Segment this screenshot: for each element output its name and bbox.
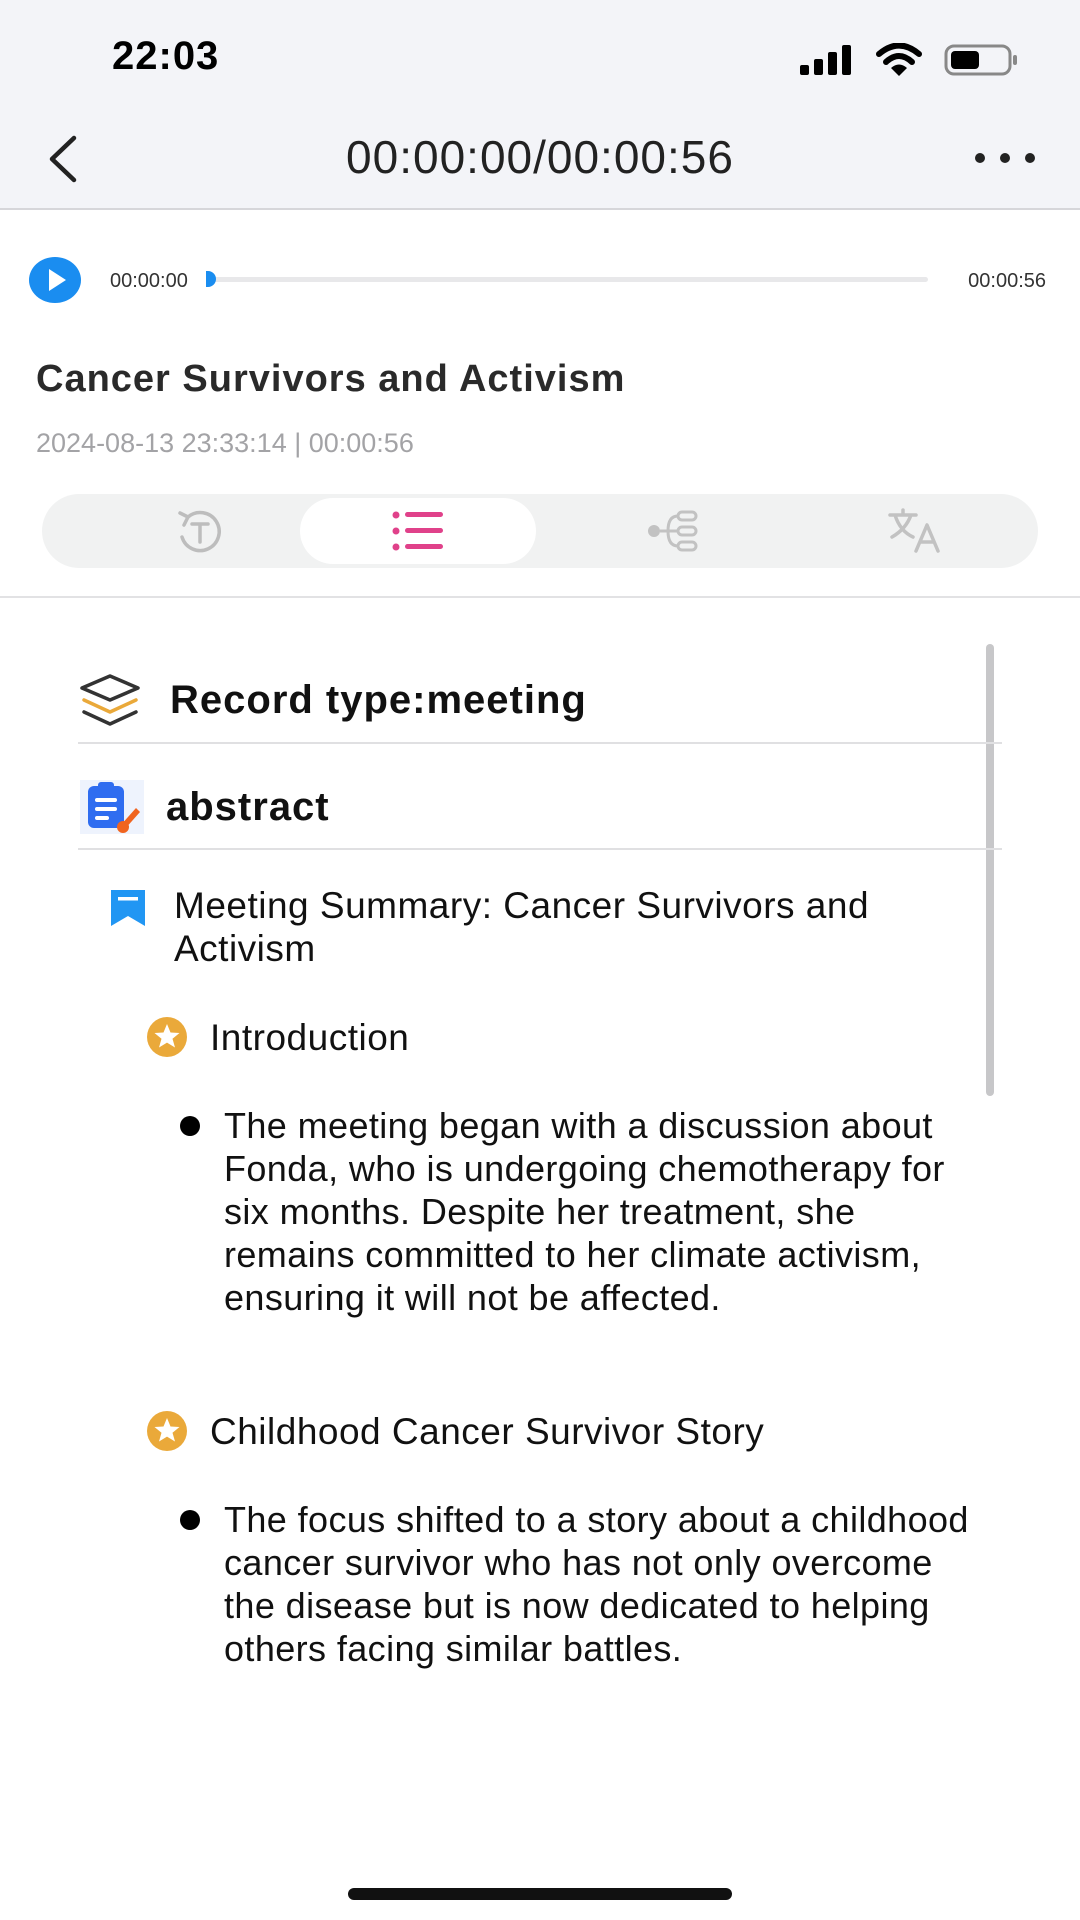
star-badge-icon (147, 1017, 187, 1057)
scrollbar[interactable] (986, 644, 994, 1096)
list-item: The focus shifted to a story about a chi… (180, 1498, 984, 1670)
list-icon (392, 511, 443, 551)
status-time: 22:03 (112, 34, 220, 78)
more-options-icon[interactable] (970, 138, 1040, 178)
translate-icon (888, 508, 940, 553)
abstract-row: abstract (78, 778, 330, 836)
nav-bar: 00:00:00/00:00:56 (0, 110, 1080, 210)
section-heading: Childhood Cancer Survivor Story (210, 1411, 765, 1452)
row-divider (78, 848, 1002, 850)
duration-time: 00:00:56 (968, 270, 1046, 292)
section-divider (0, 596, 1080, 598)
bookmark-icon (111, 890, 145, 926)
tab-transcript[interactable] (82, 498, 318, 564)
battery-icon (944, 44, 1017, 76)
home-indicator[interactable] (348, 1888, 732, 1900)
layers-icon (80, 674, 140, 726)
record-type-label: Record type:meeting (170, 677, 587, 722)
status-icons (800, 40, 1020, 80)
summary-heading-row: Meeting Summary: Cancer Survivors and Ac… (108, 884, 974, 970)
row-divider (78, 742, 1002, 744)
transcript-icon (178, 510, 221, 553)
section-heading-row: Childhood Cancer Survivor Story (146, 1410, 764, 1453)
play-icon[interactable] (28, 256, 82, 304)
bullet-dot (180, 1116, 200, 1136)
star-badge-icon (147, 1411, 187, 1451)
signal-icon (800, 45, 851, 75)
abstract-label: abstract (166, 784, 330, 829)
tab-translate[interactable] (796, 498, 1032, 564)
bullet-text: The focus shifted to a story about a chi… (224, 1499, 969, 1669)
progress-handle[interactable] (206, 271, 216, 287)
record-type-row: Record type:meeting (78, 672, 587, 728)
section-heading-row: Introduction (146, 1016, 409, 1059)
view-tabs (42, 494, 1038, 568)
section-heading: Introduction (210, 1017, 410, 1058)
bullet-dot (180, 1510, 200, 1530)
nav-title: 00:00:00/00:00:56 (346, 131, 734, 183)
wifi-icon (876, 43, 922, 76)
audio-player: 00:00:00 00:00:56 (0, 250, 1080, 310)
bullet-text: The meeting began with a discussion abou… (224, 1105, 945, 1318)
record-title: Cancer Survivors and Activism (36, 358, 626, 400)
status-bar: 22:03 (0, 0, 1080, 110)
summary-heading: Meeting Summary: Cancer Survivors and Ac… (174, 885, 870, 969)
tab-summary[interactable] (300, 498, 536, 564)
clipboard-icon (80, 780, 144, 834)
progress-track[interactable] (210, 277, 928, 282)
tab-mindmap[interactable] (554, 498, 790, 564)
list-item: The meeting began with a discussion abou… (180, 1104, 984, 1319)
mindmap-icon (648, 510, 698, 552)
current-time: 00:00:00 (110, 270, 188, 292)
record-meta: 2024-08-13 23:33:14 | 00:00:56 (36, 428, 414, 458)
